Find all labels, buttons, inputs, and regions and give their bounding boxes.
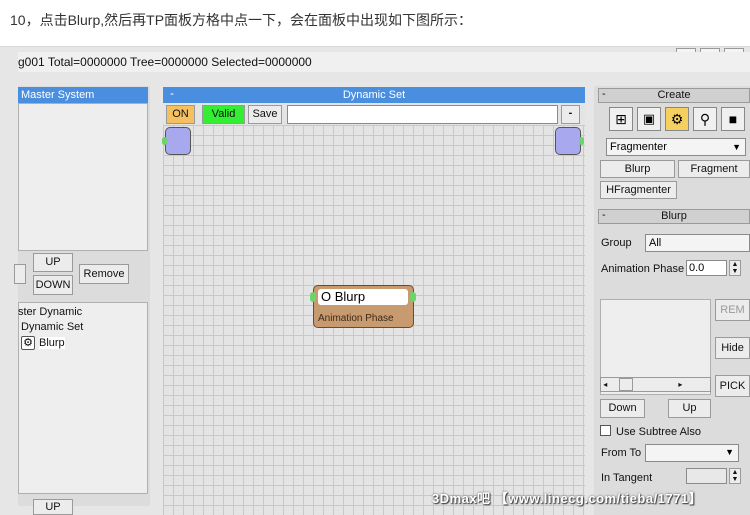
- master-system-list[interactable]: [18, 103, 148, 251]
- on-button[interactable]: ON: [166, 105, 195, 124]
- master-up-button[interactable]: UP: [33, 253, 73, 272]
- input-port-connector[interactable]: [162, 137, 167, 145]
- list-down-button[interactable]: Down: [600, 399, 645, 418]
- animation-phase-label: Animation Phase: [601, 263, 685, 275]
- in-tangent-label: In Tangent: [601, 472, 653, 484]
- create-rollout-header[interactable]: Create: [598, 88, 750, 103]
- blurp-collapse[interactable]: -: [602, 209, 606, 221]
- dynamic-set-name-input[interactable]: [287, 105, 558, 124]
- watermark-text: 3Dmax吧 【www.linecg.com/tieba/1771】: [432, 491, 703, 506]
- blurp-output-connector[interactable]: [410, 292, 416, 302]
- tree-item-blurp[interactable]: Blurp: [39, 337, 65, 349]
- cube-icon[interactable]: ■: [721, 107, 745, 131]
- from-to-dropdown[interactable]: ▼: [645, 444, 739, 462]
- from-to-label: From To: [601, 447, 642, 459]
- blurp-node-subtitle: Animation Phase: [318, 313, 394, 324]
- dynamic-set-title: Dynamic Set: [163, 87, 585, 103]
- animation-phase-spinner[interactable]: ▲ ▼: [729, 260, 741, 276]
- group-label: Group: [601, 237, 632, 249]
- tree-item-master-dynamic[interactable]: ster Dynamic: [18, 306, 82, 318]
- chevron-down-icon: ▼: [732, 142, 741, 152]
- blurp-input-connector[interactable]: [310, 292, 316, 302]
- input-port-node[interactable]: [165, 127, 191, 155]
- use-subtree-label: Use Subtree Also: [616, 426, 701, 438]
- in-tangent-input[interactable]: [686, 468, 727, 484]
- magnifier-icon[interactable]: ⚲: [693, 107, 717, 131]
- status-bar: g001 Total=0000000 Tree=0000000 Selected…: [18, 52, 750, 72]
- list-horizontal-scrollbar[interactable]: ◂ ▸: [600, 377, 711, 392]
- output-port-node[interactable]: [555, 127, 581, 155]
- in-tangent-spinner[interactable]: ▲ ▼: [729, 468, 741, 484]
- left-clipped-button[interactable]: [14, 264, 26, 284]
- tree-item-dynamic-set[interactable]: Dynamic Set: [21, 321, 83, 333]
- hide-button[interactable]: Hide: [715, 337, 750, 359]
- hfragmenter-create-button[interactable]: HFragmenter: [600, 181, 677, 199]
- gear-icon: ⚙: [21, 336, 35, 350]
- create-particle-icon[interactable]: ⊞: [609, 107, 633, 131]
- output-port-connector[interactable]: [579, 137, 584, 145]
- minus-button[interactable]: -: [561, 105, 580, 124]
- animation-phase-input[interactable]: 0.0: [686, 260, 727, 276]
- list-up-button[interactable]: Up: [668, 399, 711, 418]
- pick-button[interactable]: PICK: [715, 375, 750, 397]
- master-remove-button[interactable]: Remove: [79, 264, 129, 284]
- gear-icon[interactable]: ⚙: [665, 107, 689, 131]
- master-up-button-2[interactable]: UP: [33, 499, 73, 515]
- use-subtree-checkbox[interactable]: [600, 425, 611, 436]
- scrollbar-thumb[interactable]: [619, 378, 633, 391]
- blurp-node-title: O Blurp: [318, 289, 408, 305]
- group-dropdown[interactable]: All: [645, 234, 750, 252]
- save-button[interactable]: Save: [248, 105, 282, 124]
- fragment-create-button[interactable]: Fragment: [678, 160, 750, 178]
- master-down-button[interactable]: DOWN: [33, 275, 73, 295]
- operator-type-dropdown[interactable]: Fragmenter ▼: [606, 138, 746, 156]
- blurp-create-button[interactable]: Blurp: [600, 160, 675, 178]
- operator-type-value: Fragmenter: [610, 141, 667, 153]
- remove-button[interactable]: REM: [715, 299, 750, 321]
- create-ok-icon[interactable]: ▣: [637, 107, 661, 131]
- valid-button[interactable]: Valid: [202, 105, 245, 124]
- master-system-title: Master System: [18, 87, 148, 103]
- chevron-down-icon: ▼: [725, 447, 734, 457]
- blurp-rollout-header[interactable]: Blurp: [598, 209, 750, 224]
- tutorial-caption: 10，点击Blurp,然后再TP面板方格中点一下，会在面板中出现如下图所示：: [10, 12, 473, 28]
- dynamic-set-collapse[interactable]: -: [170, 86, 174, 100]
- create-collapse[interactable]: -: [602, 88, 606, 100]
